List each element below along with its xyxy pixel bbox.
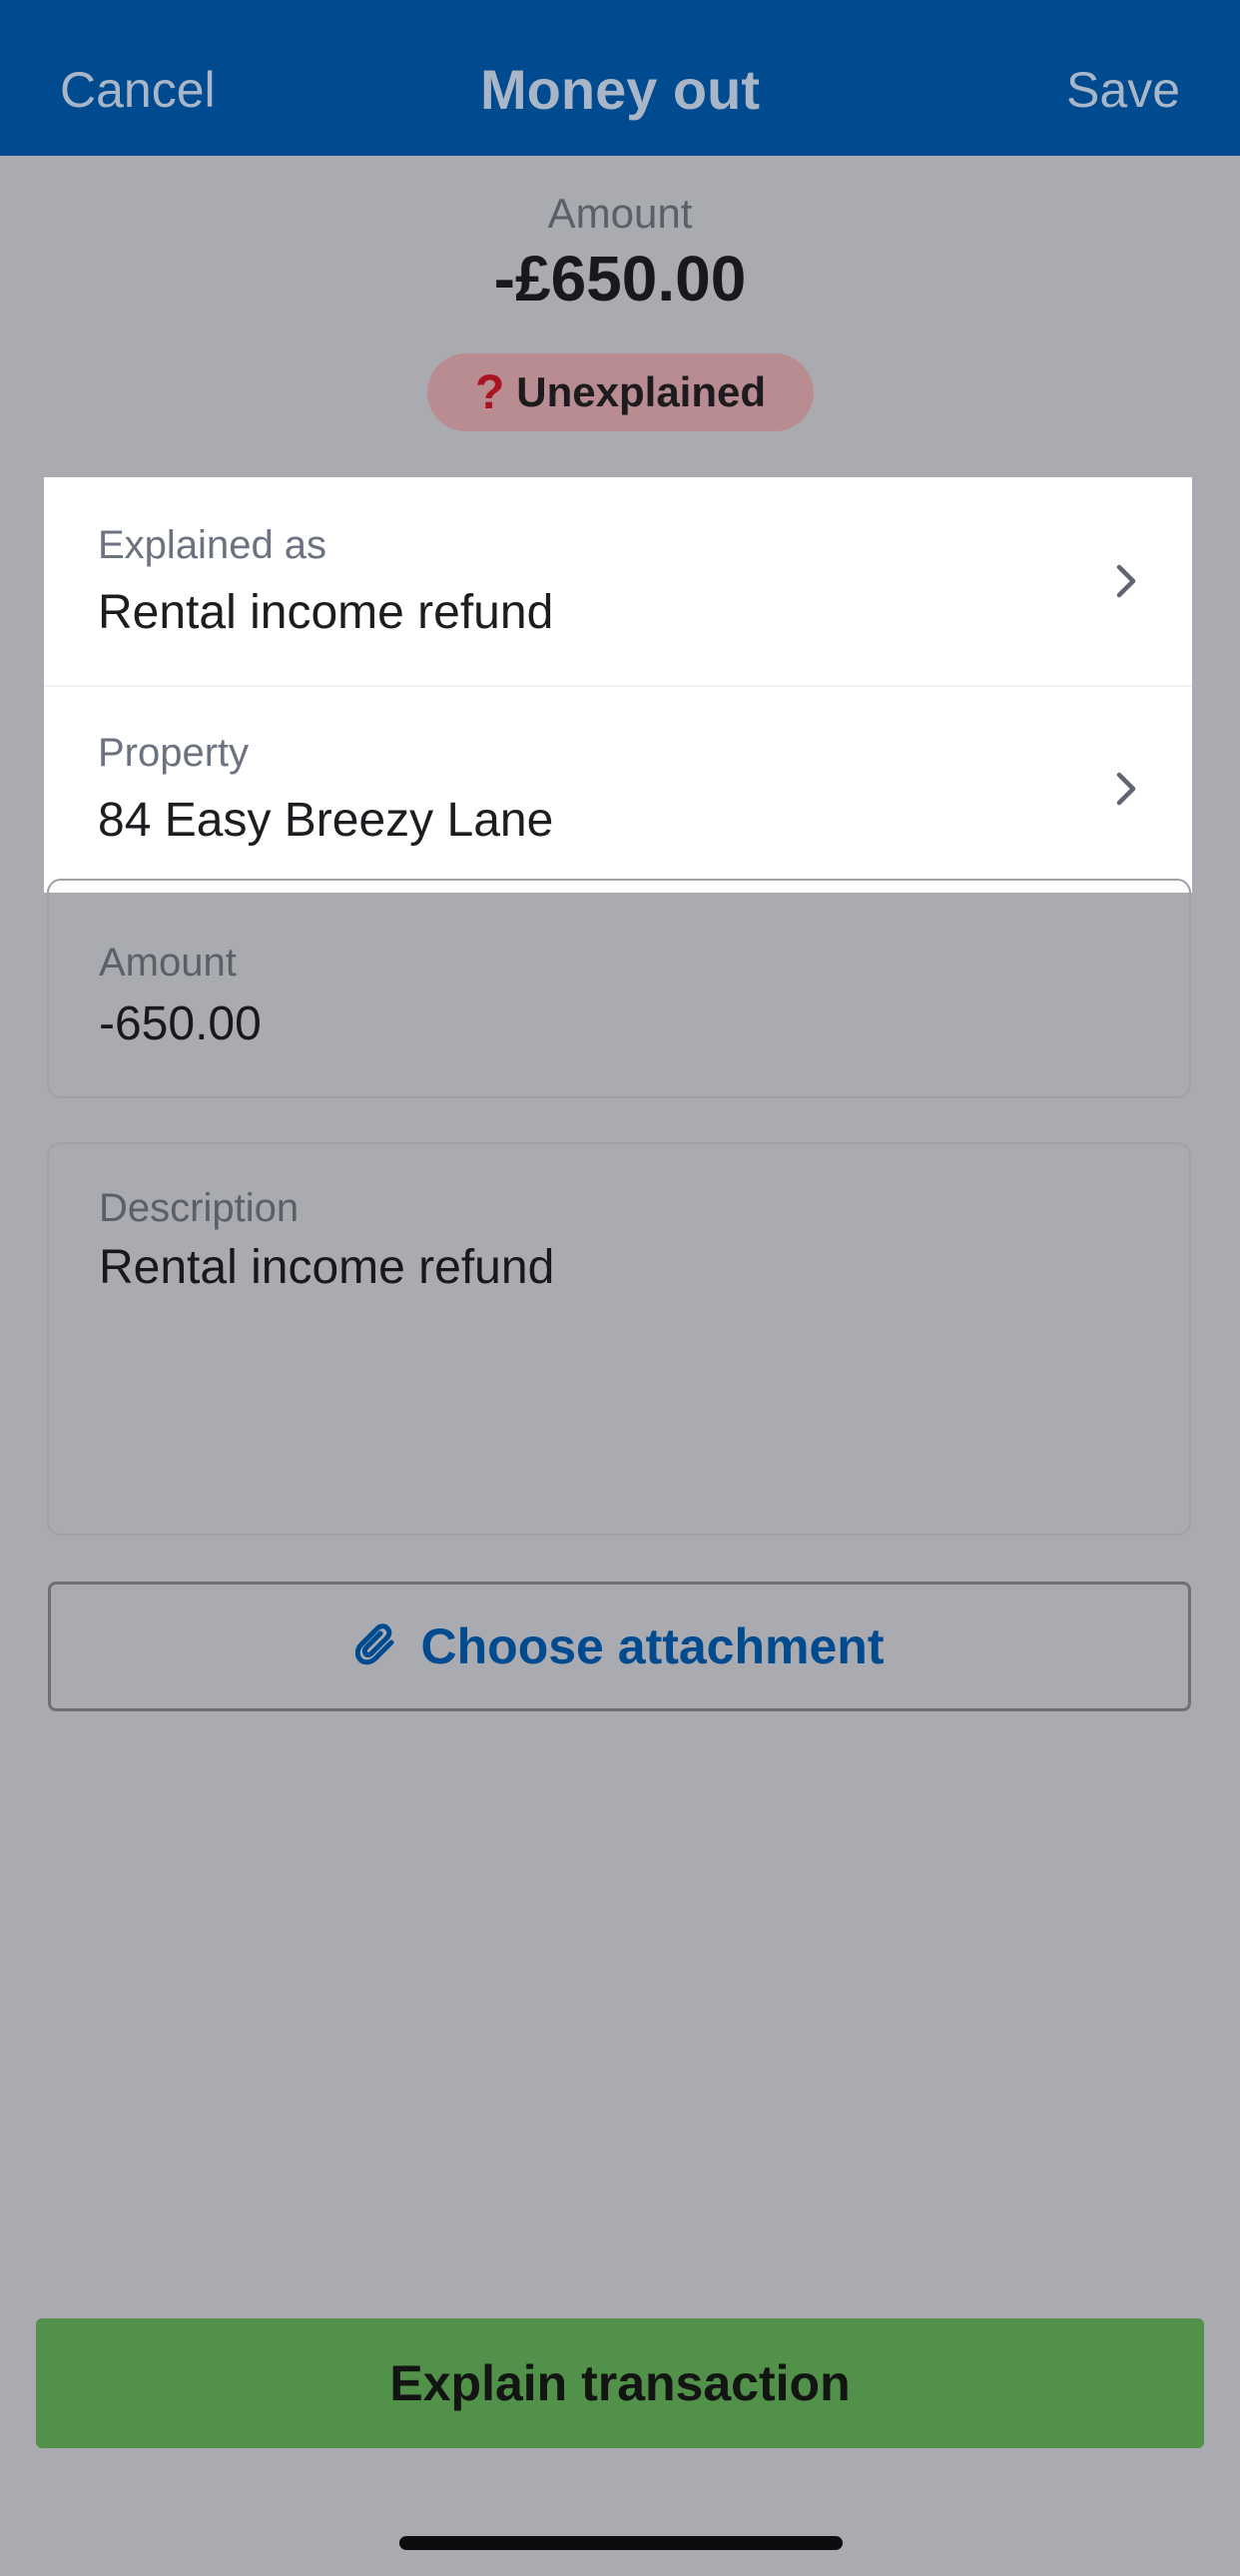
choose-attachment-button[interactable]: Choose attachment [48, 1582, 1191, 1711]
question-mark-icon: ? [474, 365, 505, 419]
explain-transaction-button[interactable]: Explain transaction [36, 2318, 1204, 2448]
amount-field-label: Amount [99, 941, 237, 984]
choose-attachment-label: Choose attachment [420, 1618, 885, 1674]
property-value: 84 Easy Breezy Lane [98, 794, 554, 847]
description-field[interactable]: Description Rental income refund [47, 1142, 1191, 1536]
page-title: Money out [480, 58, 760, 121]
details-card: Explained as Rental income refund Proper… [44, 477, 1192, 893]
property-row[interactable]: Property 84 Easy Breezy Lane [44, 685, 1192, 893]
status-badge-label: Unexplained [516, 368, 767, 415]
explained-as-label: Explained as [98, 523, 327, 567]
explain-transaction-label: Explain transaction [389, 2355, 851, 2411]
chevron-right-icon [1116, 772, 1136, 806]
explained-as-value: Rental income refund [98, 586, 554, 639]
status-badge: ? Unexplained [427, 353, 814, 431]
cancel-button[interactable]: Cancel [60, 52, 216, 128]
chevron-right-icon [1116, 564, 1136, 598]
amount-heading-value: -£650.00 [493, 243, 747, 315]
home-indicator[interactable] [399, 2536, 843, 2550]
amount-field[interactable]: Amount -650.00 [47, 879, 1191, 1098]
amount-heading-label: Amount [547, 190, 693, 237]
description-field-value: Rental income refund [99, 1241, 555, 1294]
paperclip-icon [354, 1623, 394, 1665]
save-button[interactable]: Save [1066, 52, 1180, 128]
amount-field-value: -650.00 [99, 997, 262, 1050]
description-field-label: Description [99, 1186, 300, 1230]
navigation-bar: Money out Cancel Save [0, 0, 1240, 156]
property-label: Property [98, 731, 250, 775]
explained-as-row[interactable]: Explained as Rental income refund [44, 477, 1192, 687]
